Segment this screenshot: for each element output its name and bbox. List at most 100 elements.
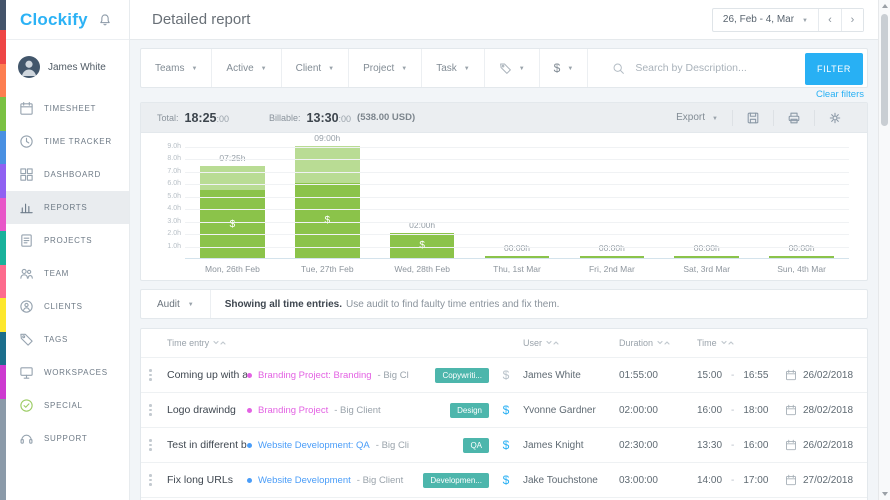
- scrollbar-thumb[interactable]: [881, 14, 888, 126]
- tag-badge: Developmen...: [423, 473, 489, 488]
- tag-badge: QA: [463, 438, 489, 453]
- print-button[interactable]: [774, 111, 814, 125]
- user-cell: Jake Touchstone: [523, 475, 619, 486]
- row-menu-icon[interactable]: [149, 404, 153, 416]
- sidebar: Clockify James White TIMESHEETTIME TRACK…: [6, 0, 130, 500]
- date-cell[interactable]: 27/02/2018: [785, 474, 859, 486]
- sidebar-item-special[interactable]: SPECIAL: [6, 389, 129, 422]
- bar-value-label: 07:25h: [187, 153, 277, 163]
- sidebar-item-dashboard[interactable]: DASHBOARD: [6, 158, 129, 191]
- rainbow-segment: [0, 30, 6, 64]
- search-input[interactable]: [635, 62, 799, 74]
- gridline: 8.0h: [185, 159, 849, 160]
- bar-segment-billable: [674, 256, 739, 258]
- filter-dropdown-project[interactable]: Project▼: [349, 49, 422, 87]
- date-value: 26/02/2018: [803, 440, 853, 451]
- bar-value-label: 00:00h: [756, 243, 846, 253]
- y-axis-tick: 3.0h: [153, 218, 181, 225]
- sidebar-item-support[interactable]: SUPPORT: [6, 422, 129, 455]
- filter-dropdown-teams[interactable]: Teams▼: [141, 49, 212, 87]
- support-icon: [19, 431, 34, 446]
- date-cell[interactable]: 28/02/2018: [785, 404, 859, 416]
- x-axis-label: Sun, 4th Mar: [754, 264, 849, 274]
- prev-period-button[interactable]: ‹: [819, 9, 841, 31]
- save-report-button[interactable]: [733, 111, 773, 125]
- filter-dropdown-active[interactable]: Active▼: [212, 49, 281, 87]
- filter-dropdown-task[interactable]: Task▼: [422, 49, 485, 87]
- rainbow-strip: [0, 0, 6, 500]
- sidebar-item-clients[interactable]: CLIENTS: [6, 290, 129, 323]
- row-menu-icon[interactable]: [149, 439, 153, 451]
- project-cell[interactable]: Website Development: QA - Big Client: [247, 440, 409, 451]
- calendar-icon: [785, 404, 797, 416]
- scrollbar-down-arrow[interactable]: [879, 488, 890, 500]
- chart-bar-slot: 00:00h: [754, 256, 849, 258]
- billability-icon[interactable]: $: [489, 403, 523, 417]
- notifications-bell-icon[interactable]: [98, 13, 112, 27]
- bar-segment-nonbillable: [200, 166, 265, 190]
- user-cell: Yvonne Gardner: [523, 405, 619, 416]
- chevron-down-icon: ▼: [464, 66, 470, 72]
- next-period-button[interactable]: ›: [841, 9, 863, 31]
- sidebar-item-time-tracker[interactable]: TIME TRACKER: [6, 125, 129, 158]
- summary-actions: Export ▼: [662, 110, 855, 126]
- bar-chart: 07:25h$09:00h$02:00h$00:00h00:00h00:00h0…: [141, 133, 867, 280]
- time-entry-description[interactable]: Coming up with a me...: [167, 369, 247, 381]
- billability-icon[interactable]: $: [489, 473, 523, 487]
- sidebar-item-reports[interactable]: REPORTS: [6, 191, 129, 224]
- table-row: Fix long URLsWebsite Development - Big C…: [141, 462, 867, 497]
- project-cell[interactable]: Branding Project - Big Client: [247, 405, 409, 416]
- calendar-icon: [785, 474, 797, 486]
- date-range-picker[interactable]: 26, Feb - 4, Mar ▼: [713, 9, 819, 31]
- clear-filters-row: Clear filters: [140, 88, 868, 100]
- search-icon: [612, 62, 625, 75]
- billability-icon[interactable]: $: [489, 438, 523, 452]
- time-range-cell: 15:00-16:55: [697, 370, 785, 381]
- project-cell[interactable]: Branding Project: Branding - Big Client: [247, 370, 409, 381]
- sidebar-item-label: SPECIAL: [44, 401, 83, 410]
- sort-duration[interactable]: Duration: [619, 338, 697, 348]
- chevron-down-icon: ▼: [188, 302, 194, 308]
- sort-time-entry[interactable]: Time entry: [167, 338, 409, 348]
- gridline: 7.0h: [185, 172, 849, 173]
- time-entry-description[interactable]: Logo drawindg: [167, 404, 247, 416]
- sidebar-item-projects[interactable]: PROJECTS: [6, 224, 129, 257]
- gridline: 2.0h: [185, 234, 849, 235]
- filter-dropdown-client[interactable]: Client▼: [282, 49, 350, 87]
- dashboard-icon: [19, 167, 34, 182]
- scrollbar: [878, 0, 890, 500]
- time-entry-description[interactable]: Test in different brow...: [167, 439, 247, 451]
- filter-dropdown-tag[interactable]: ▼: [485, 49, 540, 87]
- avatar: [18, 56, 40, 78]
- date-cell[interactable]: 26/02/2018: [785, 439, 859, 451]
- project-cell[interactable]: Website Development - Big Client: [247, 475, 409, 486]
- scrollbar-up-arrow[interactable]: [879, 0, 890, 12]
- sidebar-header: Clockify: [6, 0, 129, 40]
- sidebar-item-workspaces[interactable]: WORKSPACES: [6, 356, 129, 389]
- time-entry-description[interactable]: Fix long URLs: [167, 474, 247, 486]
- row-menu-icon[interactable]: [149, 369, 153, 381]
- row-menu-icon[interactable]: [149, 474, 153, 486]
- date-cell[interactable]: 26/02/2018: [785, 369, 859, 381]
- gridline: 3.0h: [185, 222, 849, 223]
- project-name: Branding Project: Branding: [258, 370, 372, 381]
- gear-icon[interactable]: [815, 111, 855, 125]
- sidebar-item-tags[interactable]: TAGS: [6, 323, 129, 356]
- sidebar-item-team[interactable]: TEAM: [6, 257, 129, 290]
- filter-label: Teams: [155, 63, 184, 74]
- duration-cell: 02:00:00: [619, 405, 697, 416]
- audit-dropdown[interactable]: Audit ▼: [141, 290, 211, 318]
- clear-filters-link[interactable]: Clear filters: [816, 89, 864, 100]
- sidebar-item-timesheet[interactable]: TIMESHEET: [6, 92, 129, 125]
- sort-user[interactable]: User: [523, 338, 619, 348]
- sort-time[interactable]: Time: [697, 338, 785, 348]
- sidebar-user[interactable]: James White: [6, 40, 129, 92]
- clients-icon: [19, 299, 34, 314]
- bar-segment-billable: [769, 256, 834, 258]
- chart-plot-area: 07:25h$09:00h$02:00h$00:00h00:00h00:00h0…: [185, 147, 849, 259]
- export-dropdown[interactable]: Export ▼: [662, 112, 732, 123]
- billability-icon[interactable]: $: [489, 368, 523, 382]
- filter-button[interactable]: FILTER: [805, 53, 863, 85]
- chart-bar: 00:00h: [674, 256, 739, 258]
- filter-dropdown-billability[interactable]: $▼: [540, 49, 589, 87]
